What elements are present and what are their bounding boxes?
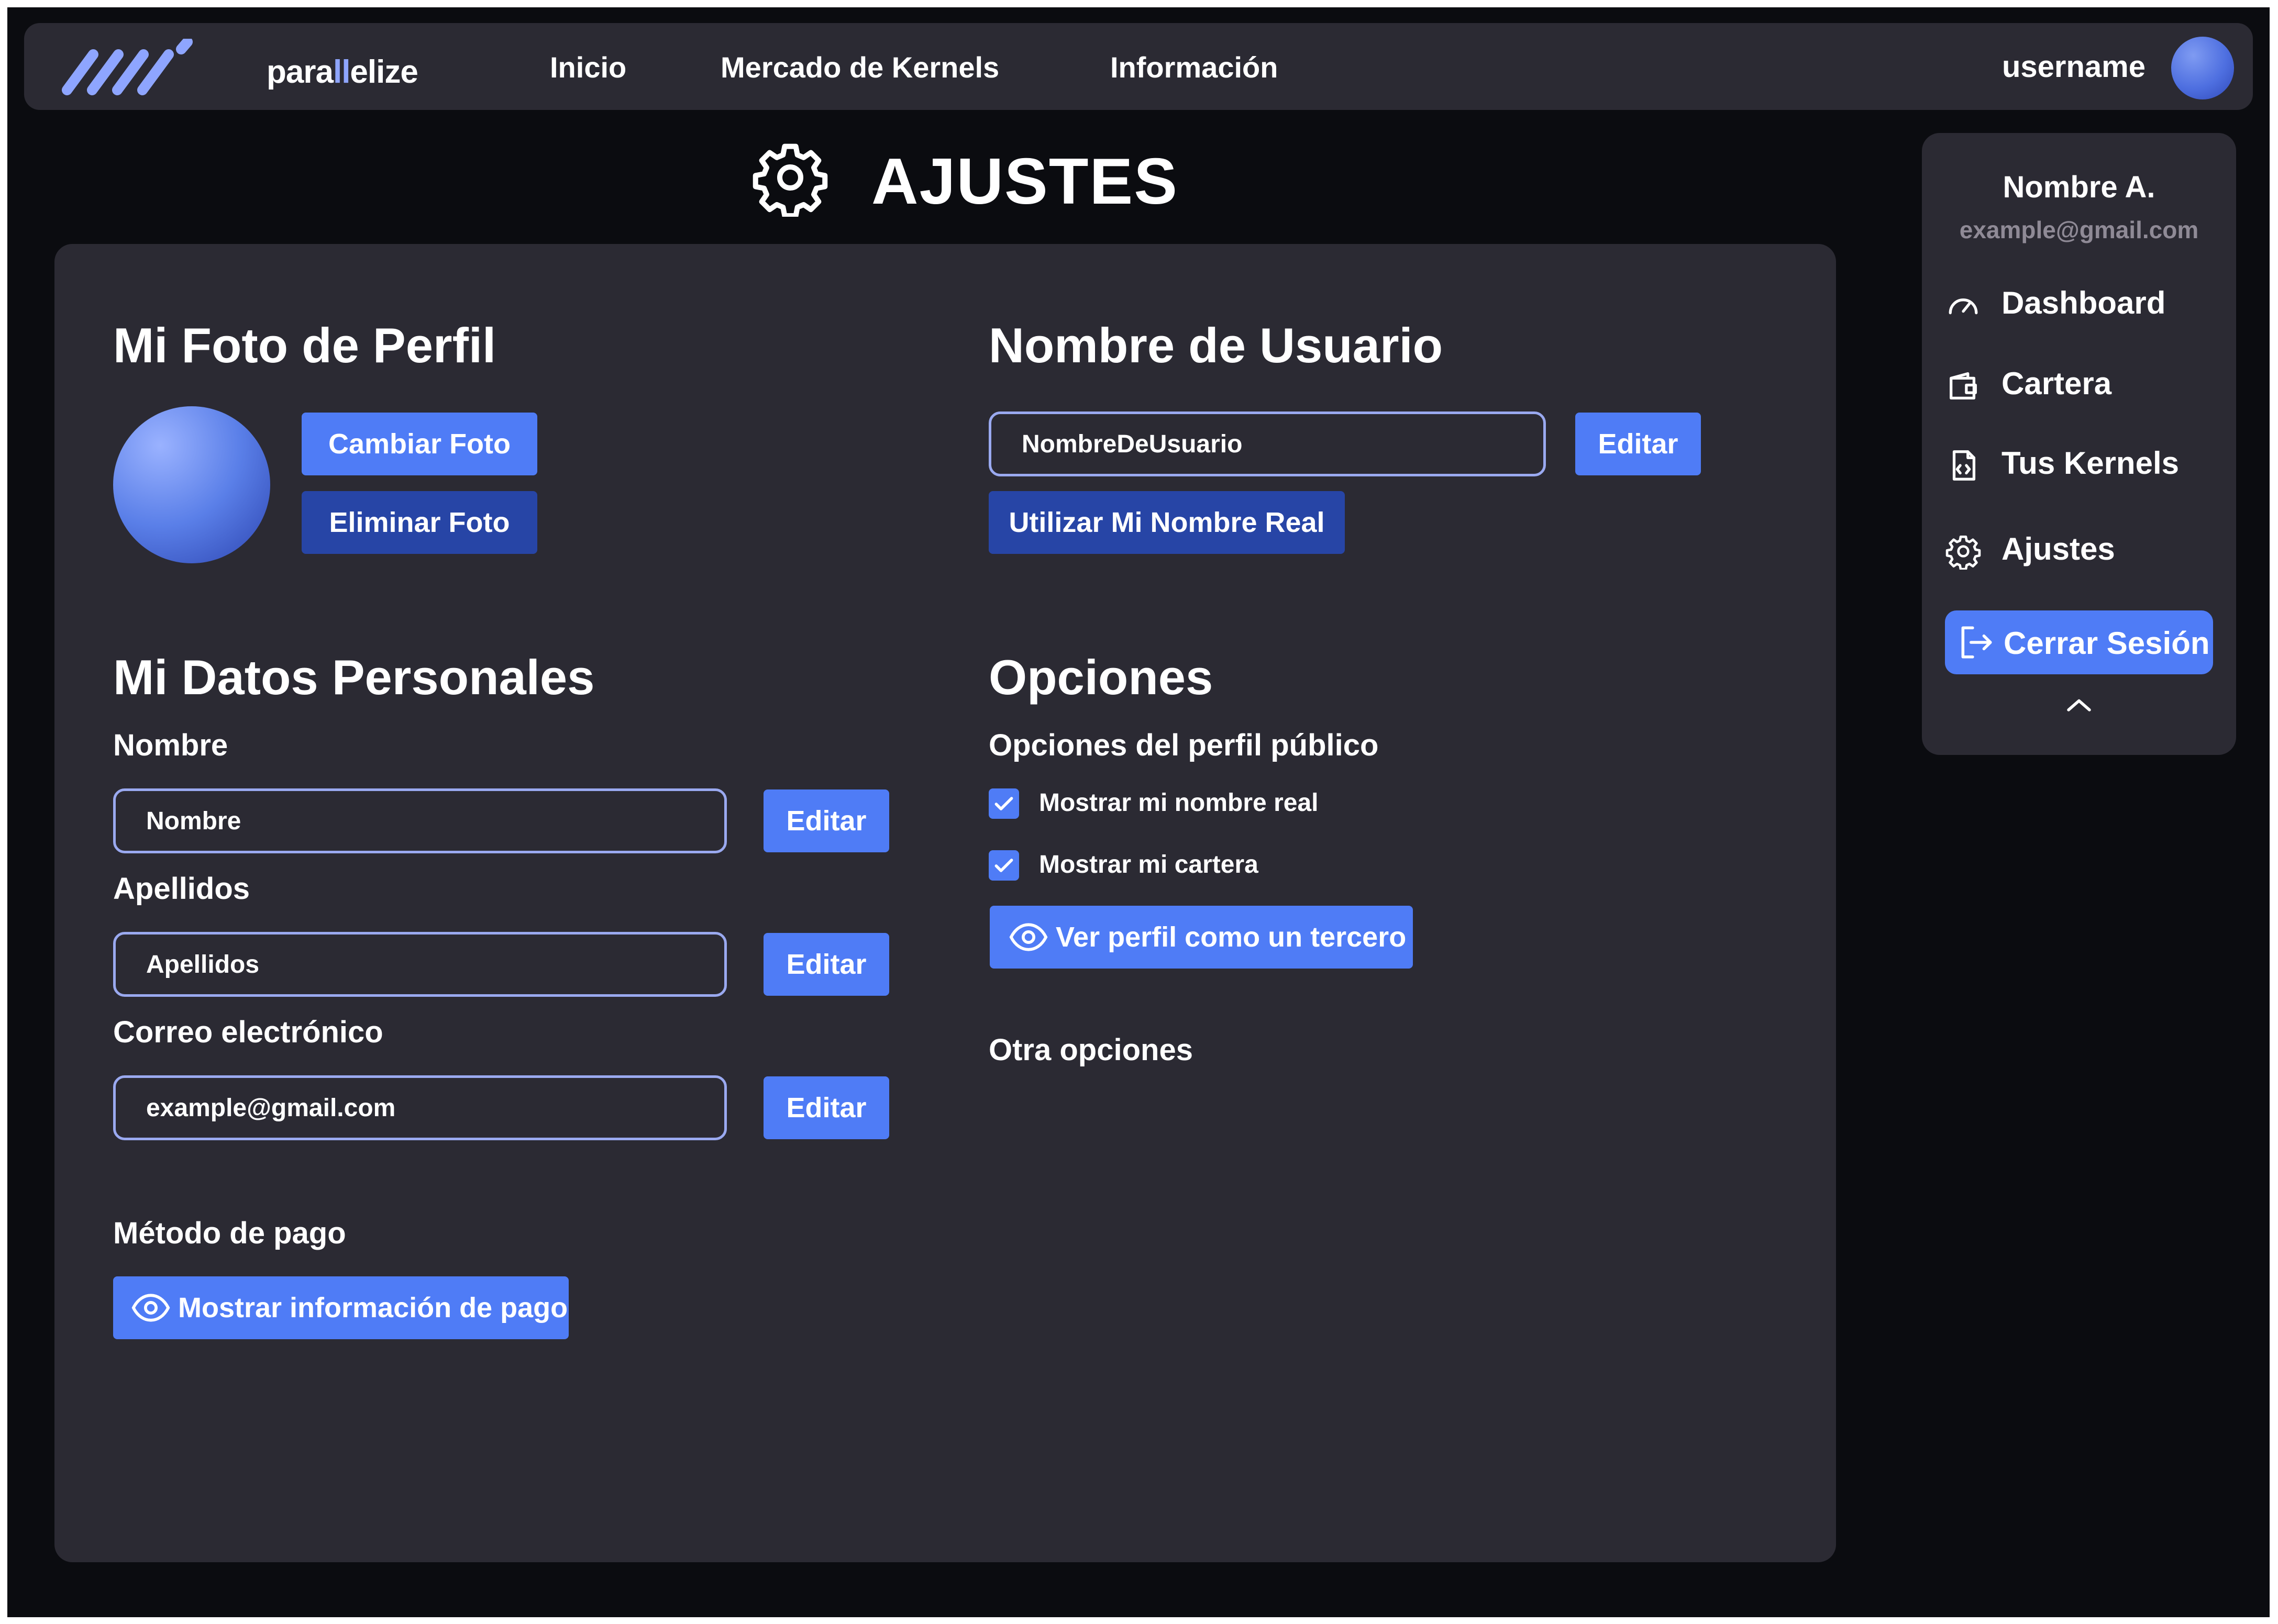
show-wallet-label: Mostrar mi cartera [1039,851,1258,878]
wallet-icon [1950,372,1977,399]
menu-user-email: example@gmail.com [1959,216,2199,243]
edit-email-button[interactable]: Editar [764,1076,889,1139]
view-as-third-party-button[interactable]: Ver perfil como un tercero [990,906,1413,969]
eye-icon [131,1294,170,1322]
gear-icon [1945,535,1981,570]
show-payment-info-button[interactable]: Mostrar información de pago [113,1276,569,1339]
last-name-field[interactable]: Apellidos [113,932,727,997]
nav-username[interactable]: username [2002,49,2146,84]
page-title: AJUSTES [871,146,1178,218]
gear-icon [753,143,828,217]
personal-data-heading: Mi Datos Personales [113,650,595,705]
nav-link-informacion[interactable]: Información [1110,50,1278,84]
nav-link-mercado[interactable]: Mercado de Kernels [721,50,999,84]
menu-user-name: Nombre A. [2003,170,2155,204]
checkmark-icon [994,797,1013,810]
change-photo-button[interactable]: Cambiar Foto [302,413,537,475]
profile-avatar [113,406,270,563]
show-payment-info-label: Mostrar información de pago [178,1292,568,1323]
last-name-label: Apellidos [113,872,250,906]
email-label: Correo electrónico [113,1015,383,1049]
settings-panel: Mi Foto de Perfil Cambiar Foto Eliminar … [54,244,1836,1562]
logo[interactable]: parallelize [60,39,418,95]
public-profile-options-label: Opciones del perfil público [989,728,1379,762]
menu-item-label: Cartera [2001,366,2112,401]
nav-link-inicio[interactable]: Inicio [550,50,626,84]
menu-item-label: Tus Kernels [2001,446,2179,481]
first-name-label: Nombre [113,728,228,762]
top-navbar: parallelize Inicio Mercado de Kernels In… [24,23,2253,110]
menu-item-cartera[interactable]: Cartera [1945,354,2217,406]
gauge-icon [1949,298,1978,315]
profile-photo-heading: Mi Foto de Perfil [113,318,496,373]
first-name-field[interactable]: Nombre [113,788,727,853]
chevron-up-icon[interactable] [2063,694,2095,715]
user-menu: Nombre A. example@gmail.com Dashboard Ca… [1922,133,2236,755]
logout-button[interactable]: Cerrar Sesión [1945,610,2213,674]
logo-wordmark: parallelize [267,54,418,90]
username-field[interactable]: NombreDeUsuario [989,411,1546,476]
menu-item-tus-kernels[interactable]: Tus Kernels [1945,433,2217,486]
edit-last-name-button[interactable]: Editar [764,933,889,996]
nav-avatar[interactable] [2171,37,2234,99]
other-options-label: Otra opciones [989,1033,1193,1067]
show-real-name-checkbox[interactable] [989,788,1019,819]
options-heading: Opciones [989,650,1213,705]
payment-method-label: Método de pago [113,1216,346,1250]
show-real-name-label: Mostrar mi nombre real [1039,789,1319,817]
edit-first-name-button[interactable]: Editar [764,789,889,852]
username-heading: Nombre de Usuario [989,318,1443,373]
edit-username-button[interactable]: Editar [1575,413,1701,475]
checkmark-icon [994,859,1013,872]
delete-photo-button[interactable]: Eliminar Foto [302,491,537,554]
logout-label: Cerrar Sesión [2004,626,2210,661]
logo-stripes-icon [62,39,193,95]
menu-item-label: Dashboard [2001,285,2166,320]
use-real-name-button[interactable]: Utilizar Mi Nombre Real [989,491,1345,554]
view-as-third-party-label: Ver perfil como un tercero [1056,921,1407,953]
menu-item-label: Ajustes [2001,531,2115,566]
app-screen: parallelize Inicio Mercado de Kernels In… [7,7,2270,1617]
eye-icon [1009,923,1048,951]
email-field[interactable]: example@gmail.com [113,1075,727,1140]
logout-icon [1961,626,1992,659]
menu-item-dashboard[interactable]: Dashboard [1945,273,2217,326]
menu-item-ajustes[interactable]: Ajustes [1945,519,2217,572]
show-wallet-checkbox[interactable] [989,850,1019,881]
code-file-icon [1952,450,1976,481]
